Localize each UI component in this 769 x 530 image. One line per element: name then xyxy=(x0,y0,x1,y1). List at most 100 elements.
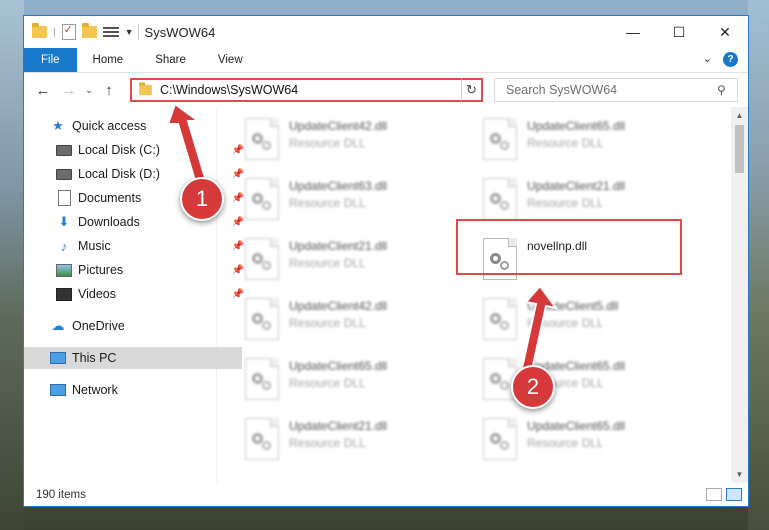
tab-file[interactable]: File xyxy=(24,48,77,72)
view-switcher xyxy=(706,488,742,501)
file-name: UpdateClient65.dll xyxy=(289,359,388,373)
refresh-button[interactable]: ↻ xyxy=(461,78,483,102)
videos-icon xyxy=(56,287,72,301)
title-divider xyxy=(137,24,139,40)
forward-button[interactable]: → xyxy=(56,78,82,102)
navigation-bar: ← → ⌄ ↑ C:\Windows\SysWOW64 ⌄ ↻ ⚲ xyxy=(24,73,748,107)
tab-view[interactable]: View xyxy=(202,48,259,72)
search-box[interactable]: ⚲ xyxy=(494,78,738,102)
search-icon[interactable]: ⚲ xyxy=(717,83,737,97)
file-name: UpdateClient21.dll xyxy=(527,179,626,193)
file-type: Resource DLL xyxy=(527,436,604,450)
vertical-scrollbar[interactable]: ▲ ▼ xyxy=(731,107,748,483)
close-button[interactable]: ✕ xyxy=(702,16,748,48)
sidebar-item-local-disk-c[interactable]: Local Disk (C:) 📌 xyxy=(24,139,248,161)
file-name: UpdateClient42.dll xyxy=(289,299,388,313)
file-type: Resource DLL xyxy=(527,196,604,210)
tab-share[interactable]: Share xyxy=(139,48,202,72)
tab-home[interactable]: Home xyxy=(77,48,140,72)
sidebar-item-pictures[interactable]: Pictures 📌 xyxy=(24,259,248,281)
navigation-pane: ★ Quick access Local Disk (C:) 📌 Local D… xyxy=(24,107,244,483)
explorer-body: ★ Quick access Local Disk (C:) 📌 Local D… xyxy=(24,107,748,483)
file-item[interactable]: UpdateClient21.dll Resource DLL xyxy=(245,236,475,288)
status-bar: 190 items xyxy=(24,484,748,506)
sidebar-item-label: Downloads xyxy=(78,215,140,229)
file-item[interactable]: UpdateClient42.dll Resource DLL xyxy=(245,116,475,168)
file-item[interactable]: UpdateClient21.dll Resource DLL xyxy=(245,416,475,468)
help-icon[interactable]: ? xyxy=(723,52,738,67)
file-item[interactable]: UpdateClient5.dll Resource DLL xyxy=(483,296,713,348)
file-name: UpdateClient65.dll xyxy=(527,119,626,133)
sidebar-item-onedrive[interactable]: ☁ OneDrive xyxy=(24,315,242,337)
sidebar-item-label: Local Disk (D:) xyxy=(78,167,160,181)
sidebar-item-label: Pictures xyxy=(78,263,124,277)
dll-file-icon xyxy=(245,418,279,460)
file-item[interactable]: UpdateClient65.dll Resource DLL xyxy=(245,356,475,408)
title-bar: | ▼ SysWOW64 — ☐ ✕ xyxy=(24,16,748,48)
dll-file-icon xyxy=(483,298,517,340)
up-button[interactable]: ↑ xyxy=(96,78,122,102)
sidebar-item-quick-access[interactable]: ★ Quick access xyxy=(24,115,242,137)
file-type: Resource DLL xyxy=(289,136,366,150)
dll-file-icon xyxy=(245,118,279,160)
sidebar-item-label: Music xyxy=(78,239,111,253)
onedrive-icon: ☁ xyxy=(51,318,65,333)
toolbar-divider: | xyxy=(53,26,56,38)
sidebar-item-videos[interactable]: Videos 📌 xyxy=(24,283,248,305)
sidebar-item-label: Videos xyxy=(78,287,116,301)
address-bar[interactable]: C:\Windows\SysWOW64 ⌄ xyxy=(130,78,482,102)
file-name: UpdateClient42.dll xyxy=(289,119,388,133)
back-button[interactable]: ← xyxy=(30,78,56,102)
dll-file-icon xyxy=(245,298,279,340)
maximize-button[interactable]: ☐ xyxy=(656,16,702,48)
address-path[interactable]: C:\Windows\SysWOW64 xyxy=(160,83,462,97)
file-type: Resource DLL xyxy=(289,316,366,330)
sidebar-item-network[interactable]: Network xyxy=(24,379,242,401)
folder-icon xyxy=(32,23,47,38)
step-badge-2: 2 xyxy=(511,365,555,409)
file-item[interactable]: UpdateClient65.dll Resource DLL xyxy=(483,416,713,468)
minimize-button[interactable]: — xyxy=(610,16,656,48)
sidebar-item-music[interactable]: ♪ Music 📌 xyxy=(24,235,248,257)
file-item[interactable]: UpdateClient65.dll Resource DLL xyxy=(483,116,713,168)
file-type: Resource DLL xyxy=(289,256,366,270)
quick-access-toolbar: | ▼ xyxy=(24,23,134,40)
music-icon: ♪ xyxy=(60,238,68,254)
network-icon xyxy=(50,383,66,397)
new-folder-icon[interactable] xyxy=(81,23,97,38)
scroll-up-icon[interactable]: ▲ xyxy=(731,107,748,124)
star-icon: ★ xyxy=(52,118,64,133)
drive-icon xyxy=(56,143,72,157)
window-title: SysWOW64 xyxy=(144,24,216,40)
step-badge-1: 1 xyxy=(180,177,224,221)
folder-icon xyxy=(139,82,152,96)
sidebar-item-label: This PC xyxy=(72,351,117,365)
customize-toolbar-icon[interactable]: ▼ xyxy=(125,27,134,37)
sidebar-item-label: Quick access xyxy=(72,119,147,133)
view-options-icon[interactable] xyxy=(102,26,119,39)
expand-ribbon-icon[interactable]: ⌄ xyxy=(703,52,712,65)
desktop-background-left xyxy=(0,0,24,530)
ribbon-tabs: File Home Share View ⌄ ? xyxy=(24,48,748,73)
file-type: Resource DLL xyxy=(527,136,604,150)
search-input[interactable] xyxy=(504,82,717,98)
file-name: UpdateClient21.dll xyxy=(289,419,388,433)
scroll-down-icon[interactable]: ▼ xyxy=(731,466,748,483)
recent-locations-icon[interactable]: ⌄ xyxy=(82,78,96,102)
window-controls: — ☐ ✕ xyxy=(610,16,748,48)
details-view-icon[interactable] xyxy=(706,488,722,501)
file-type: Resource DLL xyxy=(289,436,366,450)
file-item[interactable]: UpdateClient42.dll Resource DLL xyxy=(245,296,475,348)
dll-file-icon xyxy=(245,238,279,280)
sidebar-item-this-pc[interactable]: This PC xyxy=(24,347,242,369)
dll-file-icon xyxy=(483,178,517,220)
file-name: UpdateClient21.dll xyxy=(289,239,388,253)
file-item[interactable]: UpdateClient63.dll Resource DLL xyxy=(245,176,475,228)
this-pc-icon xyxy=(50,351,66,365)
file-type: Resource DLL xyxy=(289,376,366,390)
properties-icon[interactable] xyxy=(61,23,76,40)
scrollbar-thumb[interactable] xyxy=(735,125,744,173)
large-icons-view-icon[interactable] xyxy=(726,488,742,501)
dll-file-icon xyxy=(245,358,279,400)
pictures-icon xyxy=(56,263,72,277)
